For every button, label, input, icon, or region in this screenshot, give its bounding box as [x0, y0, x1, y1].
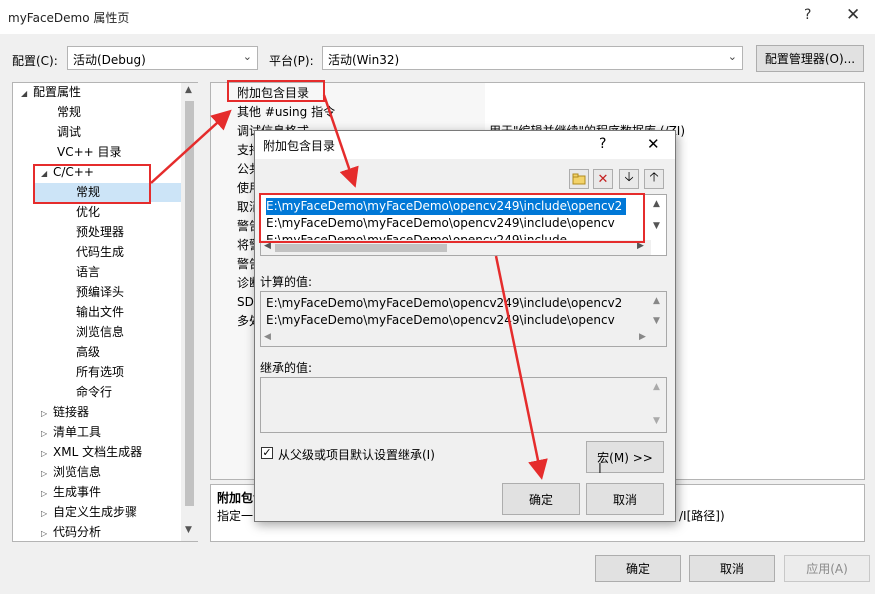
arrow-to-include-row [150, 109, 232, 184]
annotation-arrows [150, 94, 548, 480]
arrow-to-paths [322, 94, 359, 188]
arrow-to-ok [494, 255, 548, 480]
